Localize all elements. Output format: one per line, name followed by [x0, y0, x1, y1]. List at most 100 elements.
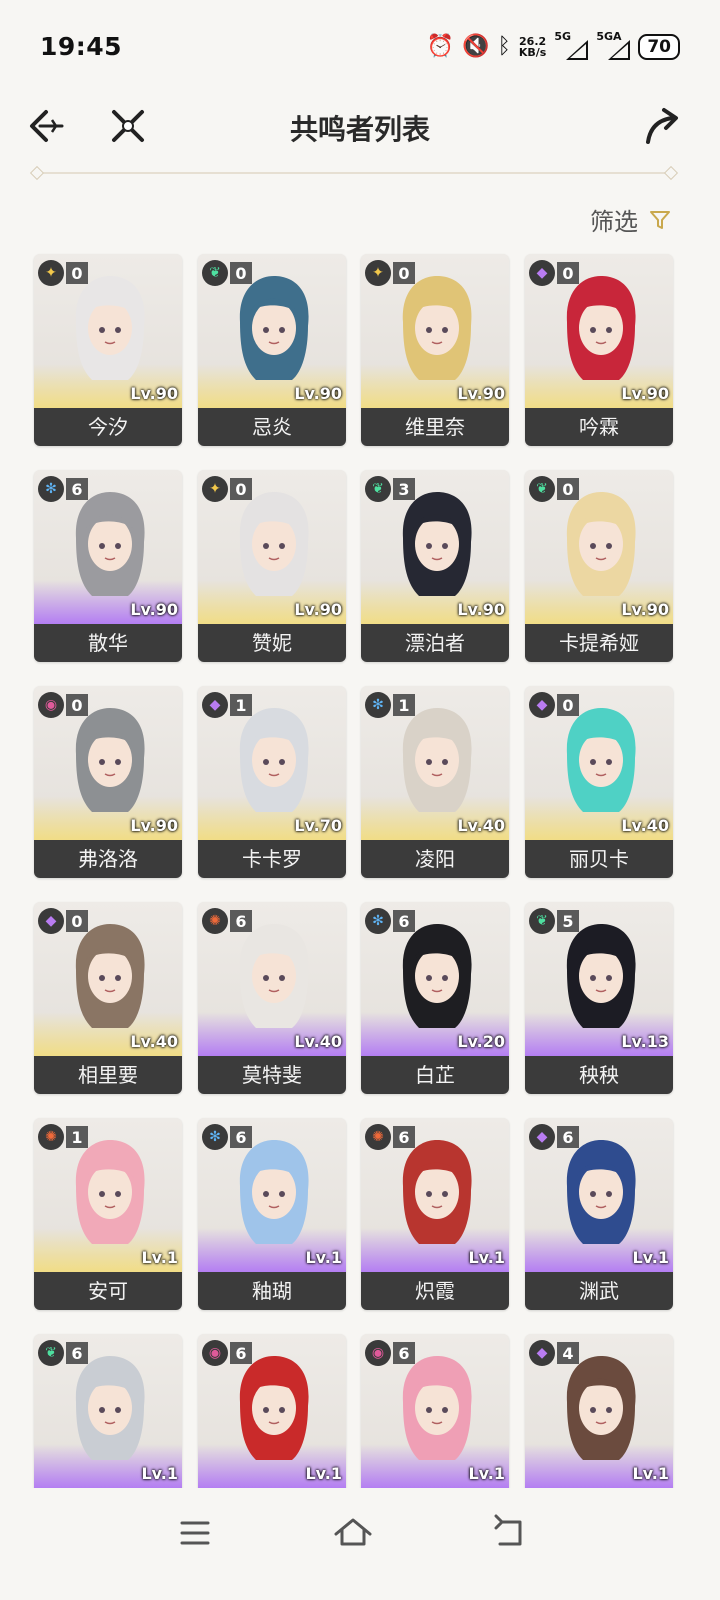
sequence-badge: 6: [230, 1126, 252, 1148]
resonator-name: 赞妮: [198, 624, 346, 662]
level-label: Lv.1: [141, 1248, 178, 1267]
resonator-card[interactable]: ✦ 0 Lv.90 今汐: [34, 254, 182, 446]
level-label: Lv.90: [130, 816, 178, 835]
filter-button[interactable]: 筛选: [590, 202, 672, 237]
resonator-card[interactable]: ◆ 0 Lv.40 相里要: [34, 902, 182, 1094]
character-portrait: [239, 1356, 309, 1460]
resonator-card[interactable]: ❦ 0 Lv.90 忌炎: [198, 254, 346, 446]
sequence-badge: 0: [230, 478, 252, 500]
page-title: 共鸣者列表: [289, 113, 430, 146]
glacio-element-icon: ✻: [365, 908, 391, 934]
resonator-name: 弗洛洛: [34, 840, 182, 878]
sequence-badge: 6: [66, 1342, 88, 1364]
menu-icon[interactable]: [170, 1508, 220, 1558]
sequence-badge: 0: [557, 478, 579, 500]
sequence-badge: 1: [66, 1126, 88, 1148]
glacio-element-icon: ✻: [202, 1124, 228, 1150]
character-portrait: [239, 276, 309, 380]
resonator-name: 吟霖: [525, 408, 673, 446]
level-label: Lv.1: [305, 1464, 342, 1483]
spectro-element-icon: ✦: [38, 260, 64, 286]
resonator-card[interactable]: ◆ 6 Lv.1 渊武: [525, 1118, 673, 1310]
resonator-card[interactable]: ◉ 0 Lv.90 弗洛洛: [34, 686, 182, 878]
resonator-card[interactable]: ✻ 6 Lv.90 散华: [34, 470, 182, 662]
level-label: Lv.90: [130, 600, 178, 619]
status-icons: ⏰ 🔇 ᛒ 26.2 KB/s 5G 5GA 70: [427, 30, 680, 64]
net-speed: 26.2 KB/s: [519, 36, 546, 58]
havoc-element-icon: ◉: [365, 1340, 391, 1366]
resonator-card[interactable]: ✺ 1 Lv.1 安可: [34, 1118, 182, 1310]
header: 共鸣者列表: [0, 96, 720, 176]
glacio-element-icon: ✻: [38, 476, 64, 502]
level-label: Lv.90: [621, 384, 669, 403]
resonator-name: 卡卡罗: [198, 840, 346, 878]
resonator-card[interactable]: ✻ 6 Lv.1 釉瑚: [198, 1118, 346, 1310]
character-portrait: [75, 1140, 145, 1244]
resonator-card[interactable]: ✦ 0 Lv.90 赞妮: [198, 470, 346, 662]
level-label: Lv.1: [632, 1248, 669, 1267]
resonator-card[interactable]: ◆ 0 Lv.90 吟霖: [525, 254, 673, 446]
character-portrait: [75, 492, 145, 596]
resonator-name: 秧秧: [525, 1056, 673, 1094]
sequence-badge: 1: [393, 694, 415, 716]
character-portrait: [75, 924, 145, 1028]
character-portrait: [402, 924, 472, 1028]
signal-5ga-icon: 5GA: [596, 30, 631, 60]
status-bar: 19:45 ⏰ 🔇 ᛒ 26.2 KB/s 5G 5GA 70: [0, 0, 720, 96]
electro-element-icon: ◆: [529, 260, 555, 286]
resonator-card[interactable]: ✻ 1 Lv.40 凌阳: [361, 686, 509, 878]
mute-icon: 🔇: [462, 34, 490, 59]
aero-element-icon: ❦: [529, 908, 555, 934]
character-portrait: [402, 492, 472, 596]
resonator-name: 莫特斐: [198, 1056, 346, 1094]
resonator-card[interactable]: ✺ 6 Lv.1 炽霞: [361, 1118, 509, 1310]
character-portrait: [566, 276, 636, 380]
character-portrait: [566, 708, 636, 812]
resonator-card[interactable]: ◆ 0 Lv.40 丽贝卡: [525, 686, 673, 878]
resonator-card[interactable]: ❦ 3 Lv.90 漂泊者: [361, 470, 509, 662]
resonator-card[interactable]: ✺ 6 Lv.40 莫特斐: [198, 902, 346, 1094]
sequence-badge: 3: [393, 478, 415, 500]
sequence-badge: 0: [393, 262, 415, 284]
character-portrait: [402, 708, 472, 812]
character-portrait: [75, 276, 145, 380]
resonator-card[interactable]: ◆ 1 Lv.70 卡卡罗: [198, 686, 346, 878]
resonator-name: 卡提希娅: [525, 624, 673, 662]
net-speed-unit: KB/s: [518, 46, 547, 59]
resonator-card[interactable]: ❦ 0 Lv.90 卡提希娅: [525, 470, 673, 662]
character-portrait: [402, 1140, 472, 1244]
resonator-card[interactable]: ✻ 6 Lv.20 白芷: [361, 902, 509, 1094]
resonator-name: 今汐: [34, 408, 182, 446]
sequence-badge: 6: [393, 1342, 415, 1364]
level-label: Lv.1: [468, 1464, 505, 1483]
sequence-badge: 5: [557, 910, 579, 932]
aero-element-icon: ❦: [202, 260, 228, 286]
level-label: Lv.1: [141, 1464, 178, 1483]
level-label: Lv.40: [621, 816, 669, 835]
resonator-card[interactable]: ✦ 0 Lv.90 维里奈: [361, 254, 509, 446]
character-portrait: [566, 1140, 636, 1244]
sequence-badge: 6: [230, 910, 252, 932]
sequence-badge: 0: [66, 694, 88, 716]
share-icon[interactable]: [642, 106, 682, 146]
resonator-name: 丽贝卡: [525, 840, 673, 878]
back-icon[interactable]: [486, 1508, 536, 1558]
electro-element-icon: ◆: [529, 1124, 555, 1150]
character-portrait: [402, 1356, 472, 1460]
level-label: Lv.90: [621, 600, 669, 619]
electro-element-icon: ◆: [529, 692, 555, 718]
level-label: Lv.70: [294, 816, 342, 835]
spectro-element-icon: ✦: [365, 260, 391, 286]
character-portrait: [239, 924, 309, 1028]
resonator-name: 渊武: [525, 1272, 673, 1310]
resonator-name: 白芷: [361, 1056, 509, 1094]
character-portrait: [75, 708, 145, 812]
sequence-badge: 6: [66, 478, 88, 500]
level-label: Lv.13: [621, 1032, 669, 1051]
character-portrait: [566, 924, 636, 1028]
sequence-badge: 4: [557, 1342, 579, 1364]
resonator-name: 炽霞: [361, 1272, 509, 1310]
resonator-card[interactable]: ❦ 5 Lv.13 秧秧: [525, 902, 673, 1094]
electro-element-icon: ◆: [529, 1340, 555, 1366]
home-icon[interactable]: [328, 1508, 378, 1558]
